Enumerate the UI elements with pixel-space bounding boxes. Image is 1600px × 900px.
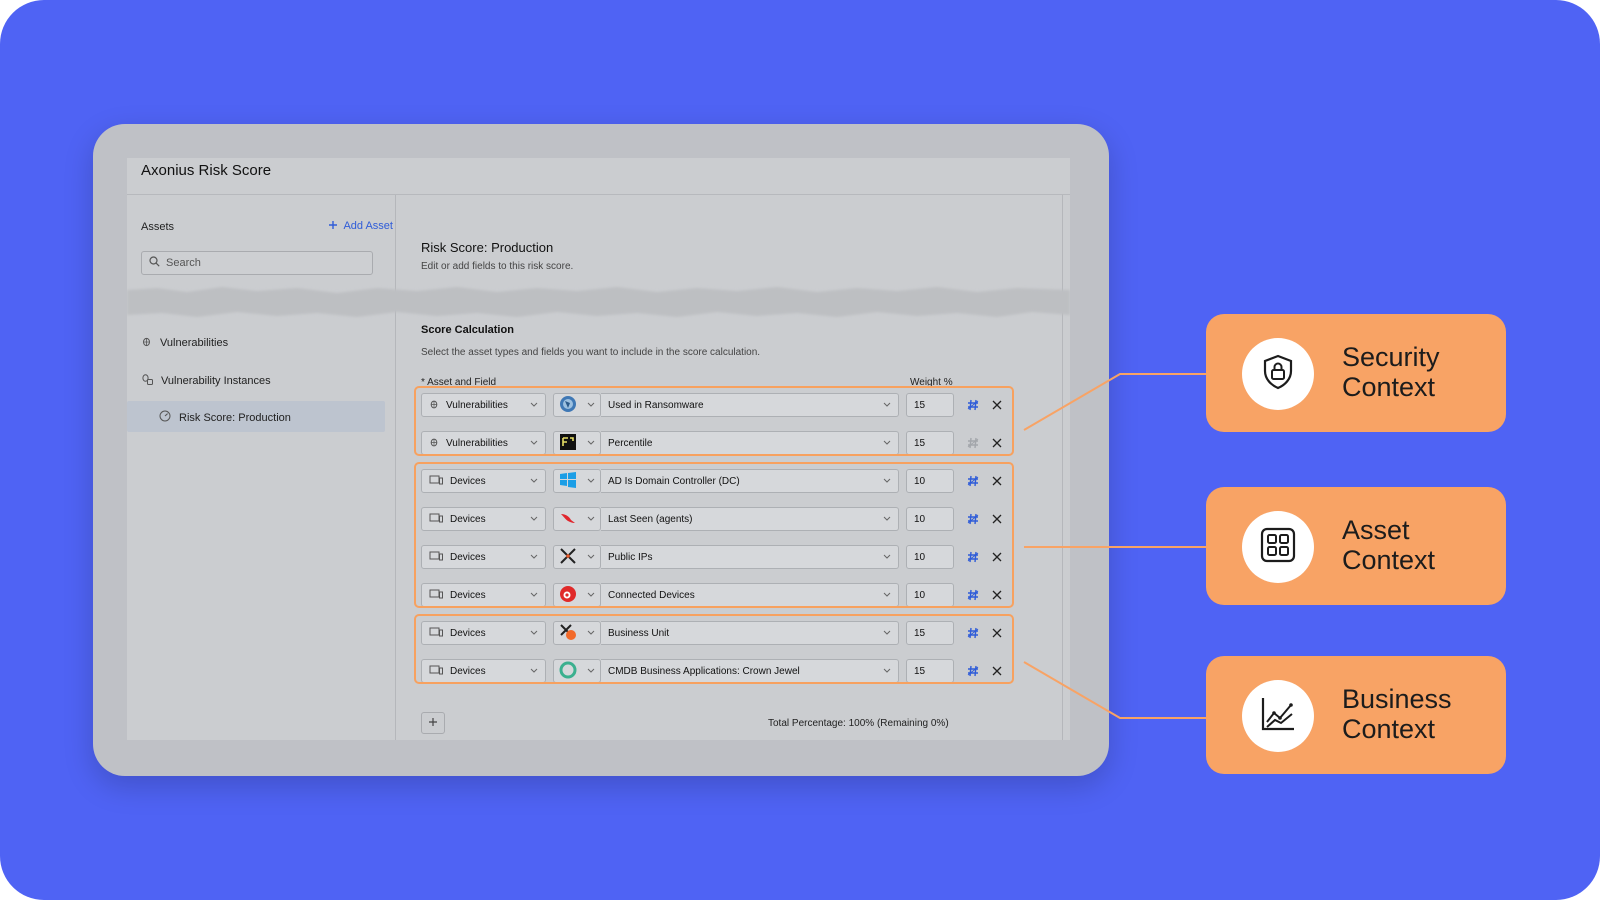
callout-icon-circle	[1242, 338, 1314, 410]
callout-icon-circle	[1242, 680, 1314, 752]
sidebar-item-vulnerability-instances[interactable]: Vulnerability Instances	[141, 373, 271, 388]
gauge-icon	[159, 410, 171, 425]
add-row-button[interactable]	[421, 712, 445, 734]
sidebar-item-label: Vulnerability Instances	[161, 374, 271, 387]
callout-line1: Business	[1342, 684, 1452, 714]
page-subtitle: Edit or add fields to this risk score.	[421, 261, 574, 272]
business-context-callout: Business Context	[1206, 656, 1506, 774]
callout-line1: Asset	[1342, 515, 1410, 545]
sidebar-item-label: Vulnerabilities	[160, 337, 229, 349]
sidebar-item-vulnerabilities[interactable]: Vulnerabilities	[141, 336, 228, 350]
callout-line2: Context	[1342, 372, 1436, 402]
stage: Axonius Risk Score Assets Add Asset Sear…	[0, 0, 1600, 900]
add-asset-button[interactable]: Add Asset	[328, 220, 393, 233]
section-title: Score Calculation	[421, 324, 514, 336]
page-title: Risk Score: Production	[421, 240, 554, 255]
sidebar: Assets Add Asset Search Vulnerabilities …	[127, 195, 393, 740]
shield-lock-icon	[1258, 352, 1298, 397]
grid-icon	[1258, 525, 1298, 570]
screenshot-card: Axonius Risk Score Assets Add Asset Sear…	[93, 124, 1109, 776]
asset-context-callout: Asset Context	[1206, 487, 1506, 605]
callout-label: Asset Context	[1342, 515, 1492, 575]
assets-heading: Assets	[141, 221, 175, 233]
content-right-border	[1062, 195, 1063, 740]
section-subtitle: Select the asset types and fields you wa…	[421, 347, 761, 358]
plus-icon	[328, 220, 338, 233]
sidebar-item-risk-score-production[interactable]: Risk Score: Production	[159, 410, 291, 425]
callout-icon-circle	[1242, 511, 1314, 583]
total-percentage: Total Percentage: 100% (Remaining 0%)	[768, 718, 949, 729]
callout-label: Business Context	[1342, 684, 1492, 744]
bug-instances-icon	[141, 373, 153, 388]
plus-icon	[428, 714, 438, 732]
app-window: Axonius Risk Score Assets Add Asset Sear…	[127, 158, 1070, 740]
security-context-group	[414, 386, 1014, 456]
business-context-group	[414, 614, 1014, 684]
sidebar-divider	[395, 195, 396, 740]
callout-line2: Context	[1342, 545, 1436, 575]
callout-label: Security Context	[1342, 342, 1492, 402]
search-icon	[149, 254, 160, 272]
search-placeholder: Search	[166, 257, 201, 269]
search-input[interactable]: Search	[141, 251, 373, 275]
security-context-callout: Security Context	[1206, 314, 1506, 432]
asset-context-group	[414, 462, 1014, 608]
sidebar-item-label: Risk Score: Production	[179, 411, 291, 424]
callout-line1: Security	[1342, 342, 1440, 372]
torn-paper-divider	[127, 287, 1070, 317]
trend-chart-icon	[1258, 694, 1298, 739]
bug-icon	[141, 336, 152, 350]
add-asset-label: Add Asset	[343, 220, 393, 232]
callout-line2: Context	[1342, 714, 1436, 744]
window-title: Axonius Risk Score	[141, 162, 272, 179]
